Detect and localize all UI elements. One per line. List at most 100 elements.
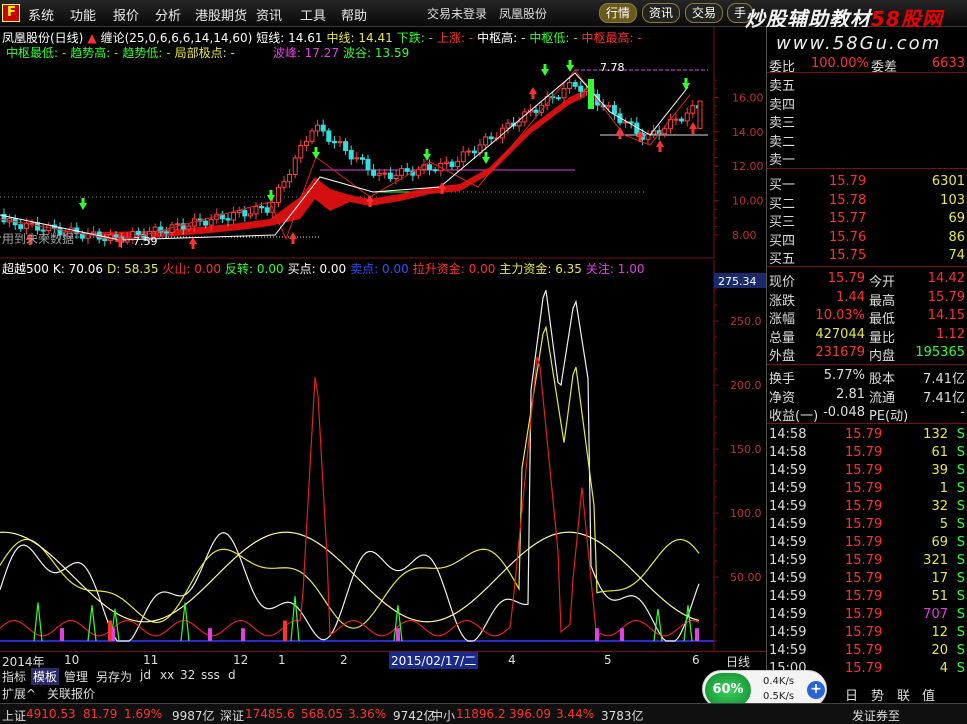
candle-body	[242, 210, 248, 217]
sh-index-name[interactable]: 上证	[2, 707, 26, 724]
divider	[767, 364, 967, 365]
tab-jd[interactable]: jd	[140, 668, 151, 682]
zx-index-pct: 3.44%	[556, 707, 595, 721]
buy-level-price: 15.75	[829, 248, 867, 263]
candle-body	[152, 226, 158, 232]
candle-body	[309, 130, 315, 142]
tick-time: 14:59	[769, 517, 807, 532]
zhongshu-highest: 中枢最高: -	[581, 31, 642, 45]
future-data-warning: 用到未来数据	[2, 231, 74, 246]
candle-body	[449, 161, 455, 168]
period-label[interactable]: 日线	[726, 653, 750, 670]
sz-index-name[interactable]: 深证	[220, 707, 244, 724]
tab-template[interactable]: 模板	[31, 668, 60, 685]
tab-market[interactable]: 行情	[599, 3, 638, 23]
zhongshu-low: 中枢低: -	[529, 31, 578, 45]
candle-body	[455, 161, 461, 168]
stat-value: 7.41亿	[923, 372, 965, 387]
tab-related-quote[interactable]: 关联报价	[47, 685, 95, 702]
tab-d[interactable]: d	[228, 668, 236, 682]
k-line	[0, 290, 700, 642]
menu-news[interactable]: 资讯	[256, 5, 282, 24]
pull-fund-value: 拉升资金: 0.00	[412, 262, 496, 276]
tab-manage[interactable]: 管理	[64, 668, 88, 685]
quote-row: 涨幅 10.03% 最低 14.15	[767, 307, 967, 327]
app-logo-icon[interactable]	[2, 4, 20, 22]
candle-body	[331, 140, 337, 144]
candle-body	[292, 157, 298, 175]
date-label-10: 10	[64, 653, 80, 667]
indicator-chart[interactable]: 250.0 200.0 150.0 100.0 50.00 275.34	[0, 260, 766, 651]
value-icon[interactable]: 值	[922, 685, 935, 704]
candle	[331, 136, 337, 149]
up-arrow-icon: ▲	[87, 31, 97, 45]
sz-index-amount: 9742亿	[393, 709, 436, 723]
quote-label: 最高	[869, 293, 896, 309]
candle	[175, 218, 181, 230]
menu-tools[interactable]: 工具	[300, 5, 326, 24]
tick-volume: 12	[931, 625, 948, 640]
candle	[107, 229, 113, 245]
tick-row: 14:59 15.79 1 S	[767, 480, 967, 498]
candle-body	[488, 136, 494, 140]
tab-extend[interactable]: 扩展^	[2, 685, 36, 702]
quote-row: 涨跌 1.44 最高 15.79	[767, 289, 967, 309]
buy-signal-arrow-icon	[529, 87, 537, 94]
chart-title: 凤凰股份(日线)	[2, 31, 84, 45]
divider	[767, 72, 967, 73]
indicator-info-line: 超越500 K: 70.06 D: 58.35 火山: 0.00 反转: 0.00 买点:…	[2, 260, 649, 277]
sell-level-label: 卖三	[769, 116, 796, 131]
candle	[365, 154, 371, 176]
candle-body	[203, 220, 209, 226]
tab-32[interactable]: 32	[180, 668, 195, 682]
candle	[303, 135, 309, 152]
tab-xx[interactable]: xx	[160, 668, 174, 682]
stock-name-link[interactable]: 凤凰股份	[499, 5, 547, 22]
trend-icon[interactable]: 势	[871, 685, 884, 704]
sell-signal-arrow-icon	[541, 69, 549, 76]
daily-icon[interactable]: 日	[845, 685, 858, 704]
menu-function[interactable]: 功能	[70, 5, 96, 24]
buy-signal-arrow-icon	[656, 140, 664, 147]
candle	[264, 201, 270, 216]
candle-body	[359, 157, 365, 160]
current-value-label: 275.34	[718, 275, 757, 288]
tick-volume: 61	[931, 445, 948, 460]
quote-value: 14.15	[927, 308, 965, 323]
menu-help[interactable]: 帮助	[341, 5, 367, 24]
tab-news[interactable]: 资讯	[642, 3, 681, 23]
add-button[interactable]: +	[807, 681, 825, 699]
menu-analysis[interactable]: 分析	[155, 5, 181, 24]
date-label-6: 6	[692, 653, 700, 667]
candle-body	[432, 169, 438, 172]
menu-hk-futures[interactable]: 港股期货	[195, 5, 247, 24]
candle	[371, 163, 377, 179]
sell-level-label: 卖四	[769, 97, 796, 113]
candle	[236, 206, 242, 218]
sell-signal-arrow-icon-stem	[684, 78, 688, 83]
tab-trade[interactable]: 交易	[685, 3, 724, 23]
menu-system[interactable]: 系统	[28, 5, 54, 24]
stat-label: PE(动)	[869, 409, 909, 424]
tick-time: 14:59	[769, 625, 807, 640]
tick-volume: 707	[923, 607, 948, 622]
candle-body	[371, 169, 377, 176]
zx-index-name[interactable]: 中小	[431, 707, 455, 724]
buy-signal-arrow-icon	[689, 122, 697, 129]
tab-indicator[interactable]: 指标	[2, 668, 26, 685]
candle	[348, 145, 354, 165]
candlestick-chart[interactable]: 16.00 14.00 12.00 10.00 8.00 7.78 7.59 用到未来数…	[0, 27, 766, 259]
trend-band	[100, 90, 585, 239]
menu-quote[interactable]: 报价	[113, 5, 139, 24]
tick-price: 15.79	[845, 643, 883, 658]
trade-login-status[interactable]: 交易未登录	[427, 5, 487, 22]
zhongshu-high: 中枢高: -	[477, 31, 526, 45]
tab-save-as[interactable]: 另存为	[96, 668, 132, 685]
quote-value: 1.12	[936, 326, 965, 342]
linked-icon[interactable]: 联	[897, 685, 910, 704]
quote-value: 195365	[915, 345, 965, 360]
candle-body	[326, 130, 332, 142]
tab-sss[interactable]: sss	[201, 668, 220, 682]
wave-peak: 波峰: 17.27	[272, 46, 340, 60]
stat-value: -0.048	[823, 405, 865, 420]
